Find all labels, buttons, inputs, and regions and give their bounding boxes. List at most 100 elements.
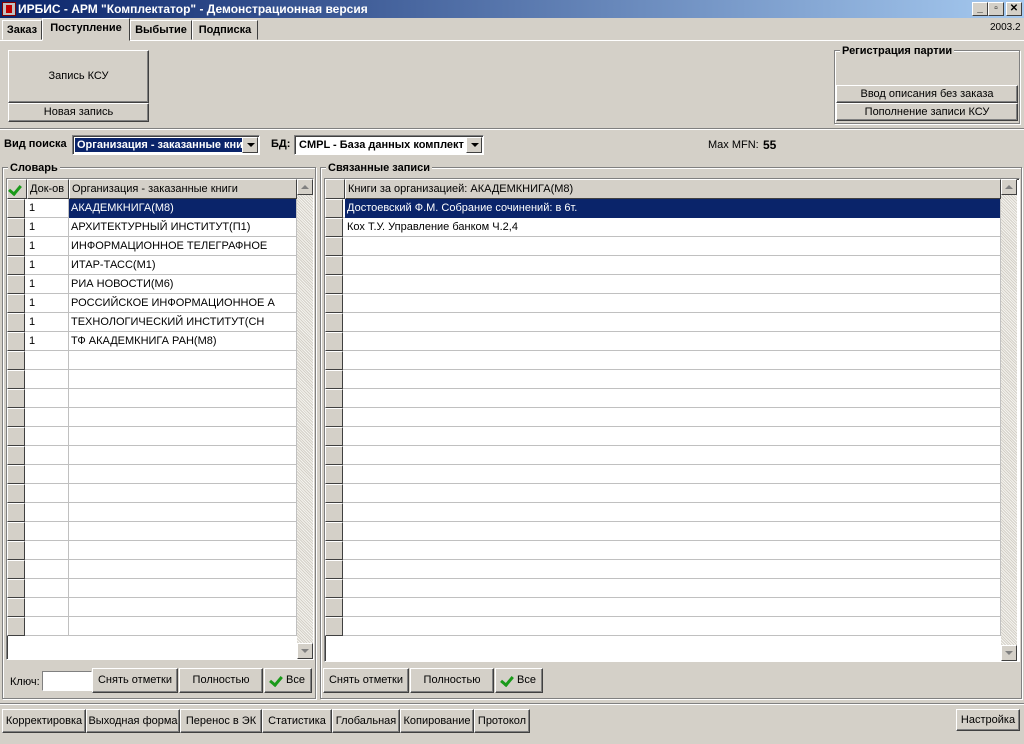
table-row[interactable]: [7, 465, 297, 484]
dictionary-scrollbar[interactable]: [297, 179, 313, 659]
tab-subscription[interactable]: Подписка: [192, 20, 258, 40]
row-indicator[interactable]: [7, 579, 25, 598]
ksu-record-button[interactable]: Запись КСУ: [8, 50, 149, 103]
search-type-select[interactable]: Организация - заказанные кни: [72, 135, 260, 155]
row-indicator[interactable]: [325, 560, 343, 579]
row-indicator[interactable]: [325, 275, 343, 294]
table-row[interactable]: [7, 522, 297, 541]
row-indicator[interactable]: [7, 256, 25, 275]
tab-order[interactable]: Заказ: [2, 20, 42, 40]
scroll-down-icon[interactable]: [297, 643, 313, 659]
table-row[interactable]: 1 РОССИЙСКОЕ ИНФОРМАЦИОННОЕ А: [7, 294, 297, 313]
row-indicator[interactable]: [7, 370, 25, 389]
table-row[interactable]: 1 РИА НОВОСТИ(М6): [7, 275, 297, 294]
ksu-replenish-button[interactable]: Пополнение записи КСУ: [836, 103, 1018, 121]
table-row[interactable]: [325, 541, 1001, 560]
edit-button[interactable]: Корректировка: [2, 709, 86, 733]
table-row[interactable]: [325, 332, 1001, 351]
row-indicator[interactable]: [7, 351, 25, 370]
statistics-button[interactable]: Статистика: [262, 709, 332, 733]
scroll-up-icon[interactable]: [297, 179, 313, 195]
table-row[interactable]: 1 АКАДЕМКНИГА(М8): [7, 199, 297, 218]
related-grid[interactable]: Книги за организацией: АКАДЕМКНИГА(М8) Д…: [324, 178, 1020, 662]
row-indicator[interactable]: [7, 275, 25, 294]
dropdown-arrow-icon[interactable]: [242, 137, 258, 153]
no-order-description-button[interactable]: Ввод описания без заказа: [836, 85, 1018, 103]
row-indicator[interactable]: [7, 294, 25, 313]
row-indicator[interactable]: [7, 465, 25, 484]
related-scrollbar[interactable]: [1001, 179, 1017, 661]
table-row[interactable]: [325, 389, 1001, 408]
transfer-to-catalog-button[interactable]: Перенос в ЭК: [180, 709, 262, 733]
table-row[interactable]: [325, 427, 1001, 446]
row-indicator[interactable]: [325, 503, 343, 522]
table-row[interactable]: [325, 446, 1001, 465]
tab-disposal[interactable]: Выбытие: [130, 20, 192, 40]
row-indicator[interactable]: [325, 541, 343, 560]
table-row[interactable]: [325, 522, 1001, 541]
table-row[interactable]: [325, 465, 1001, 484]
table-row[interactable]: 1 ИНФОРМАЦИОННОЕ ТЕЛЕГРАФНОЕ: [7, 237, 297, 256]
table-row[interactable]: 1 ИТАР-ТАСС(М1): [7, 256, 297, 275]
table-row[interactable]: [7, 484, 297, 503]
copy-button[interactable]: Копирование: [400, 709, 474, 733]
table-row[interactable]: [325, 579, 1001, 598]
rel-full-button[interactable]: Полностью: [410, 668, 494, 693]
rel-clear-marks-button[interactable]: Снять отметки: [323, 668, 409, 693]
row-indicator[interactable]: [325, 389, 343, 408]
row-indicator[interactable]: [325, 237, 343, 256]
table-row[interactable]: Достоевский Ф.М. Собрание сочинений: в 6…: [325, 199, 1001, 218]
dict-all-button[interactable]: Все: [264, 668, 312, 693]
table-row[interactable]: [325, 598, 1001, 617]
table-row[interactable]: [7, 351, 297, 370]
table-row[interactable]: [7, 503, 297, 522]
table-row[interactable]: [325, 294, 1001, 313]
row-indicator[interactable]: [325, 370, 343, 389]
restore-icon[interactable]: ▫: [988, 2, 1004, 16]
row-indicator[interactable]: [7, 446, 25, 465]
table-row[interactable]: [325, 503, 1001, 522]
row-indicator[interactable]: [325, 484, 343, 503]
app-icon[interactable]: [2, 2, 16, 16]
row-indicator[interactable]: [325, 218, 343, 237]
output-form-button[interactable]: Выходная форма: [86, 709, 180, 733]
minimize-icon[interactable]: _: [972, 2, 988, 16]
table-row[interactable]: 1 АРХИТЕКТУРНЫЙ ИНСТИТУТ(П1): [7, 218, 297, 237]
col-count-header[interactable]: Док-ов: [27, 179, 69, 199]
table-row[interactable]: [325, 370, 1001, 389]
settings-button[interactable]: Настройка: [956, 709, 1020, 731]
row-indicator[interactable]: [7, 389, 25, 408]
table-row[interactable]: [7, 598, 297, 617]
key-input[interactable]: [42, 671, 92, 691]
row-indicator[interactable]: [325, 617, 343, 636]
row-indicator[interactable]: [7, 427, 25, 446]
database-select[interactable]: CMPL - База данных комплект: [294, 135, 484, 155]
table-row[interactable]: [7, 427, 297, 446]
table-row[interactable]: [7, 617, 297, 636]
row-indicator[interactable]: [7, 313, 25, 332]
row-indicator[interactable]: [7, 408, 25, 427]
row-indicator[interactable]: [325, 465, 343, 484]
row-indicator[interactable]: [7, 503, 25, 522]
row-indicator[interactable]: [325, 351, 343, 370]
table-row[interactable]: [7, 579, 297, 598]
row-indicator[interactable]: [7, 484, 25, 503]
table-row[interactable]: [325, 560, 1001, 579]
scroll-down-icon[interactable]: [1001, 645, 1017, 661]
row-indicator[interactable]: [325, 313, 343, 332]
row-indicator[interactable]: [7, 560, 25, 579]
table-row[interactable]: [7, 446, 297, 465]
select-all-header[interactable]: [7, 179, 27, 199]
row-indicator[interactable]: [325, 256, 343, 275]
table-row[interactable]: [325, 351, 1001, 370]
table-row[interactable]: [325, 484, 1001, 503]
table-row[interactable]: [325, 617, 1001, 636]
rel-all-button[interactable]: Все: [495, 668, 543, 693]
table-row[interactable]: [325, 256, 1001, 275]
tab-receipt[interactable]: Поступление: [42, 18, 130, 41]
global-button[interactable]: Глобальная: [332, 709, 400, 733]
table-row[interactable]: [325, 408, 1001, 427]
protocol-button[interactable]: Протокол: [474, 709, 530, 733]
row-indicator[interactable]: [7, 332, 25, 351]
row-indicator[interactable]: [325, 446, 343, 465]
